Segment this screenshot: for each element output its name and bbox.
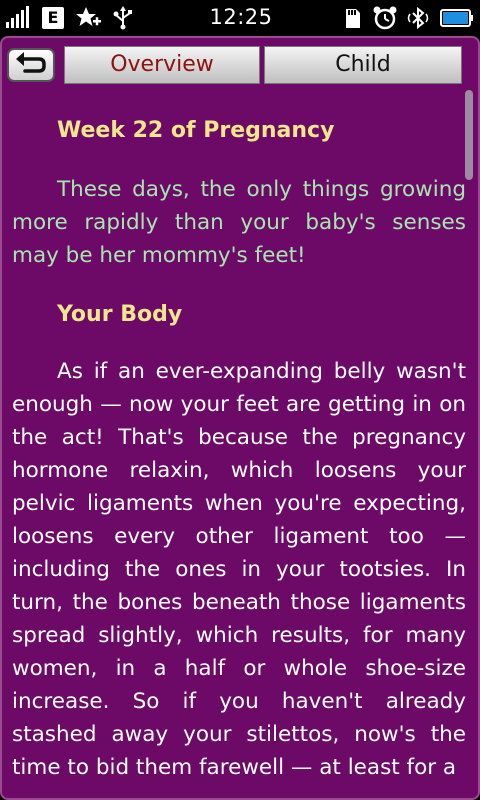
signal-icon: [6, 6, 30, 30]
status-bar: E 12:25: [0, 0, 480, 36]
section-heading: Your Body: [57, 302, 183, 327]
tab-child[interactable]: Child: [264, 46, 462, 84]
scrollbar[interactable]: [465, 90, 473, 180]
battery-icon: [440, 6, 474, 30]
body-paragraph: As if an ever-expanding belly wasn't eno…: [12, 359, 466, 780]
intro-paragraph: These days, the only things growing more…: [12, 177, 466, 268]
favorite-star-icon: [76, 6, 102, 30]
tab-overview[interactable]: Overview: [64, 46, 260, 84]
alarm-icon: [372, 6, 398, 30]
article-title: Week 22 of Pregnancy: [57, 118, 335, 143]
clock: 12:25: [209, 5, 273, 29]
app-frame: Overview Child Week 22 of Pregnancy Thes…: [0, 36, 480, 800]
bluetooth-icon: [406, 6, 432, 30]
usb-icon: [112, 6, 134, 30]
back-button[interactable]: [7, 48, 55, 82]
sd-card-icon: [340, 6, 364, 30]
edge-network-icon: E: [42, 7, 64, 29]
article-content: Week 22 of Pregnancy These days, the onl…: [12, 98, 466, 784]
back-arrow-icon: [16, 52, 46, 73]
